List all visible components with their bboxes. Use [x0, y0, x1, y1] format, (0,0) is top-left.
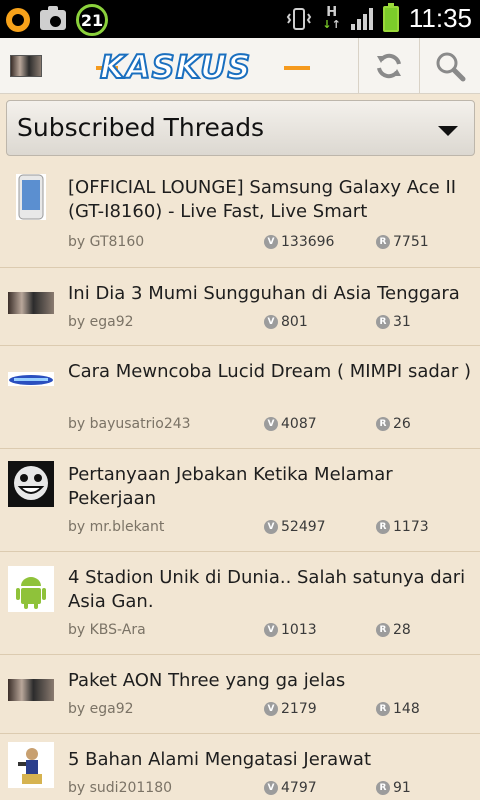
status-bar: 21 H ↓↑ 11:35 — [0, 0, 480, 38]
replies-count: R 31 — [376, 314, 411, 330]
status-time: 11:35 — [408, 3, 472, 33]
views-icon: V — [264, 315, 278, 329]
chevron-down-icon — [438, 126, 458, 136]
thread-title: 5 Bahan Alami Mengatasi Jerawat — [68, 749, 372, 770]
troll-face-thumbnail — [8, 461, 54, 507]
dropdown-selected-label: Subscribed Threads — [17, 113, 265, 142]
thread-row[interactable]: Paket AON Three yang ga jelas by ega92 V… — [0, 655, 480, 734]
replies-count: R 26 — [376, 416, 411, 432]
replies-count: R 1173 — [376, 519, 429, 535]
thread-title: [OFFICIAL LOUNGE] Samsung Galaxy Ace II … — [68, 177, 457, 222]
views-count: V 52497 — [264, 519, 326, 535]
user-avatar — [8, 679, 54, 701]
views-icon: V — [264, 235, 278, 249]
replies-icon: R — [376, 781, 390, 795]
thread-title: Paket AON Three yang ga jelas — [68, 670, 346, 691]
views-count: V 2179 — [264, 701, 317, 717]
search-icon — [436, 52, 465, 82]
thread-list: [OFFICIAL LOUNGE] Samsung Galaxy Ace II … — [0, 164, 480, 800]
replies-icon: R — [376, 235, 390, 249]
signal-strength-icon — [350, 7, 373, 30]
thread-author: by mr.blekant — [68, 519, 165, 535]
views-count: V 4087 — [264, 416, 317, 432]
views-count: V 4797 — [264, 780, 317, 796]
phone-thumbnail — [16, 174, 46, 220]
thread-row[interactable]: [OFFICIAL LOUNGE] Samsung Galaxy Ace II … — [0, 164, 480, 268]
thread-title: Cara Mewncoba Lucid Dream ( MIMPI sadar … — [68, 361, 471, 382]
replies-count: R 28 — [376, 622, 411, 638]
kaskus-logo[interactable]: KASKUS — [99, 47, 251, 87]
replies-icon: R — [376, 520, 390, 534]
thread-row[interactable]: 4 Stadion Unik di Dunia.. Salah satunya … — [0, 552, 480, 655]
notification-app-icon — [6, 8, 30, 32]
thread-title: Pertanyaan Jebakan Ketika Melamar Pekerj… — [68, 464, 393, 509]
battery-charging-icon — [382, 2, 399, 32]
user-avatar — [8, 292, 54, 314]
replies-icon: R — [376, 702, 390, 716]
refresh-button[interactable] — [358, 38, 418, 94]
views-icon: V — [264, 520, 278, 534]
thread-author: by sudi201180 — [68, 780, 173, 796]
replies-icon: R — [376, 623, 390, 637]
thread-row[interactable]: 5 Bahan Alami Mengatasi Jerawat by sudi2… — [0, 734, 480, 800]
thread-row[interactable]: Pertanyaan Jebakan Ketika Melamar Pekerj… — [0, 449, 480, 552]
thread-row[interactable]: Cara Mewncoba Lucid Dream ( MIMPI sadar … — [0, 346, 480, 449]
views-icon: V — [264, 623, 278, 637]
thread-filter-dropdown[interactable]: Subscribed Threads — [6, 100, 475, 156]
replies-count: R 148 — [376, 701, 420, 717]
thread-author: by GT8160 — [68, 234, 145, 250]
character-thumbnail — [8, 742, 54, 788]
camera-icon — [40, 6, 66, 30]
logo-stripe-right — [284, 66, 310, 70]
search-button[interactable] — [419, 38, 479, 94]
thread-author: by ega92 — [68, 314, 134, 330]
network-type-label: H ↓↑ — [322, 4, 341, 31]
refresh-icon — [376, 53, 401, 79]
replies-count: R 91 — [376, 780, 411, 796]
notification-count-badge: 21 — [76, 4, 108, 36]
thread-author: by ega92 — [68, 701, 134, 717]
views-icon: V — [264, 781, 278, 795]
action-bar: KASKUS — [0, 38, 480, 94]
views-icon: V — [264, 702, 278, 716]
thread-title: 4 Stadion Unik di Dunia.. Salah satunya … — [68, 567, 466, 612]
views-count: V 133696 — [264, 234, 334, 250]
replies-count: R 7751 — [376, 234, 429, 250]
thread-title: Ini Dia 3 Mumi Sungguhan di Asia Tenggar… — [68, 283, 460, 304]
views-count: V 1013 — [264, 622, 317, 638]
replies-icon: R — [376, 417, 390, 431]
views-count: V 801 — [264, 314, 308, 330]
thread-author: by KBS-Ara — [68, 622, 146, 638]
thread-row[interactable]: Ini Dia 3 Mumi Sungguhan di Asia Tenggar… — [0, 268, 480, 346]
vibrate-icon — [287, 7, 312, 30]
user-avatar[interactable] — [10, 55, 42, 77]
thread-author: by bayusatrio243 — [68, 416, 191, 432]
replies-icon: R — [376, 315, 390, 329]
lucid-dream-thumbnail — [8, 372, 54, 386]
views-icon: V — [264, 417, 278, 431]
android-thumbnail — [8, 566, 54, 612]
